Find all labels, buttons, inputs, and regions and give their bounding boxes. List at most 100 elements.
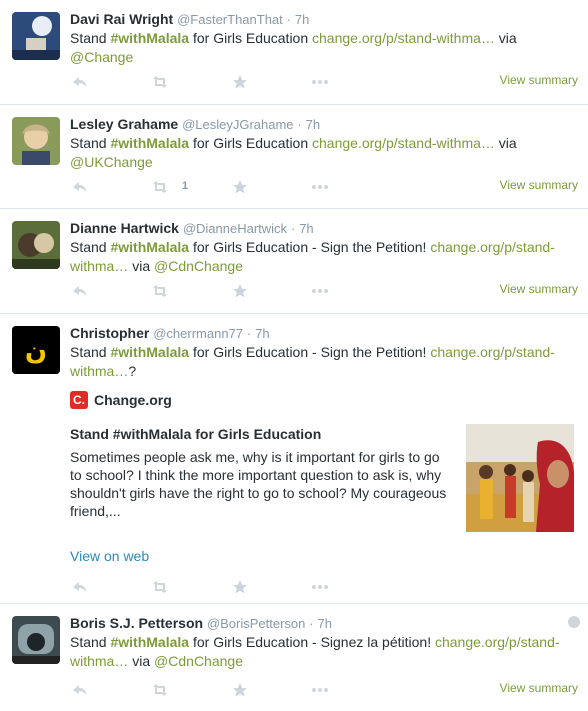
text-segment: Stand [70,135,111,151]
favorite-star-icon[interactable] [230,72,250,92]
tweet-timestamp[interactable]: 7h [299,221,313,236]
more-options-icon[interactable] [310,281,330,301]
tweet-author-handle[interactable]: @FasterThanThat [177,12,283,27]
reply-icon[interactable] [70,72,90,92]
text-segment: via [128,653,155,669]
card-title[interactable]: Stand #withMalala for Girls Education [70,426,321,442]
retweet-icon[interactable] [150,281,170,301]
tweet-author-handle[interactable]: @cherrmann77 [153,326,243,341]
mention-link[interactable]: @CdnChange [154,258,243,274]
tweet-author-name[interactable]: Boris S.J. Petterson [70,615,203,631]
tweet-actions: 1 View summary [70,177,578,197]
favorite-star-icon[interactable] [230,281,250,301]
tweet[interactable]: ن Christopher @cherrmann77 · 7h Stand #w… [0,314,588,604]
text-segment: ? [128,363,137,379]
tweet-author-handle[interactable]: @LesleyJGrahame [182,117,293,132]
card-description: Sometimes people ask me, why is it impor… [70,449,447,519]
tweet-text: Stand #withMalala for Girls Education ch… [70,134,578,172]
avatar[interactable] [12,221,60,269]
reply-icon[interactable] [70,680,90,700]
tweet[interactable]: Boris S.J. Petterson @BorisPetterson · 7… [0,604,588,711]
text-segment: via [494,135,517,151]
svg-text:ن: ن [25,336,47,366]
retweet-icon[interactable] [150,577,170,597]
url-link[interactable]: change.org/p/stand- [435,634,560,650]
retweet-icon[interactable] [150,680,170,700]
reply-icon[interactable] [70,281,90,301]
retweet-icon[interactable] [150,177,170,197]
separator-dot: · [290,221,296,236]
text-segment: via [494,30,517,46]
text-segment: for Girls Education [189,30,313,46]
tweet[interactable]: Lesley Grahame @LesleyJGrahame · 7h Stan… [0,105,588,209]
text-segment: Stand [70,344,111,360]
tweet-author-name[interactable]: Lesley Grahame [70,116,178,132]
tweet-text: Stand #withMalala for Girls Education - … [70,633,578,671]
url-link[interactable]: withma… [70,258,128,274]
url-link[interactable]: change.org/p/stand-withma… [312,30,495,46]
url-link[interactable]: change.org/p/stand- [430,239,555,255]
reply-icon[interactable] [70,177,90,197]
avatar[interactable]: ن [12,326,60,374]
mention-link[interactable]: @Change [70,49,133,65]
more-options-icon[interactable] [310,177,330,197]
url-link[interactable]: withma… [70,653,128,669]
favorite-star-icon[interactable] [230,680,250,700]
retweet-count: 1 [182,180,189,192]
view-on-web-link[interactable]: View on web [70,548,149,564]
separator-dot: · [309,616,314,631]
tweet[interactable]: Davi Rai Wright @FasterThanThat · 7h Sta… [0,0,588,105]
tweet-timestamp[interactable]: 7h [306,117,320,132]
avatar[interactable] [12,12,60,60]
tweet-author-handle[interactable]: @DianneHartwick [183,221,287,236]
more-options-icon[interactable] [310,577,330,597]
tweet-actions: View summary [70,72,578,92]
hashtag-link[interactable]: #withMalala [110,239,189,255]
view-summary-link[interactable]: View summary [500,681,578,695]
tweet-author-name[interactable]: Dianne Hartwick [70,220,179,236]
hashtag-link[interactable]: #withMalala [110,30,189,46]
more-options-icon[interactable] [310,680,330,700]
tweet-author-name[interactable]: Christopher [70,325,149,341]
text-segment: Stand [70,634,111,650]
tweet-text: Stand #withMalala for Girls Education - … [70,238,578,276]
tweet[interactable]: Dianne Hartwick @DianneHartwick · 7h Sta… [0,209,588,314]
text-segment: Stand [70,239,111,255]
more-options-icon[interactable] [310,72,330,92]
tweet-actions [70,577,578,597]
hashtag-link[interactable]: #withMalala [110,634,189,650]
card-source-name[interactable]: Change.org [94,392,172,408]
view-summary-link[interactable]: View summary [500,282,578,296]
avatar[interactable] [12,117,60,165]
url-link[interactable]: withma… [70,363,128,379]
url-link[interactable]: change.org/p/stand- [430,344,555,360]
hashtag-link[interactable]: #withMalala [110,135,189,151]
retweet-icon[interactable] [150,72,170,92]
tweet-author-handle[interactable]: @BorisPetterson [207,616,305,631]
text-segment: via [128,258,155,274]
separator-dot: · [246,326,252,341]
text-segment: for Girls Education - Signez la pétition… [189,634,435,650]
url-link[interactable]: change.org/p/stand-withma… [312,135,495,151]
tweet-timestamp[interactable]: 7h [255,326,269,341]
tweet-timestamp[interactable]: 7h [318,616,332,631]
mention-link[interactable]: @CdnChange [154,653,243,669]
card-source[interactable]: C. Change.org [70,391,172,409]
hashtag-link[interactable]: #withMalala [110,344,189,360]
view-summary-link[interactable]: View summary [500,73,578,87]
card-image[interactable] [466,424,574,532]
tweet-text: Stand #withMalala for Girls Education - … [70,343,578,381]
reply-icon[interactable] [70,577,90,597]
text-segment: Stand [70,30,111,46]
tweet-actions: View summary [70,281,578,301]
tweet-author-name[interactable]: Davi Rai Wright [70,11,173,27]
avatar[interactable] [12,616,60,664]
mention-link[interactable]: @UKChange [70,154,153,170]
text-segment: for Girls Education - Sign the Petition! [189,239,431,255]
view-summary-link[interactable]: View summary [500,178,578,192]
favorite-star-icon[interactable] [230,577,250,597]
separator-dot: · [286,12,292,27]
tweet-timestamp[interactable]: 7h [295,12,309,27]
text-segment: for Girls Education - Sign the Petition! [189,344,431,360]
favorite-star-icon[interactable] [230,177,250,197]
